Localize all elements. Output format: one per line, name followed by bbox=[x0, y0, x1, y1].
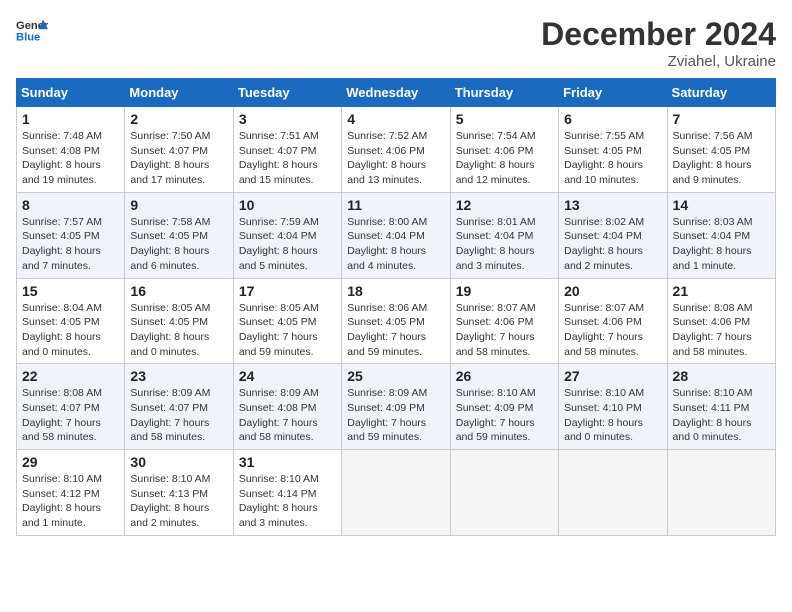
col-wednesday: Wednesday bbox=[342, 79, 450, 107]
svg-text:Blue: Blue bbox=[16, 31, 40, 43]
logo-icon: General Blue bbox=[16, 16, 48, 44]
calendar-cell-day-14: 14Sunrise: 8:03 AMSunset: 4:04 PMDayligh… bbox=[667, 192, 775, 278]
calendar-cell-day-24: 24Sunrise: 8:09 AMSunset: 4:08 PMDayligh… bbox=[233, 364, 341, 450]
calendar-cell-day-4: 4Sunrise: 7:52 AMSunset: 4:06 PMDaylight… bbox=[342, 107, 450, 193]
calendar-cell-empty bbox=[559, 450, 667, 536]
calendar-cell-day-2: 2Sunrise: 7:50 AMSunset: 4:07 PMDaylight… bbox=[125, 107, 233, 193]
col-tuesday: Tuesday bbox=[233, 79, 341, 107]
calendar-cell-day-25: 25Sunrise: 8:09 AMSunset: 4:09 PMDayligh… bbox=[342, 364, 450, 450]
calendar-week-row: 15Sunrise: 8:04 AMSunset: 4:05 PMDayligh… bbox=[17, 278, 776, 364]
calendar-cell-day-6: 6Sunrise: 7:55 AMSunset: 4:05 PMDaylight… bbox=[559, 107, 667, 193]
calendar-cell-day-30: 30Sunrise: 8:10 AMSunset: 4:13 PMDayligh… bbox=[125, 450, 233, 536]
calendar-header-row: Sunday Monday Tuesday Wednesday Thursday… bbox=[17, 79, 776, 107]
calendar-week-row: 1Sunrise: 7:48 AMSunset: 4:08 PMDaylight… bbox=[17, 107, 776, 193]
calendar-cell-day-21: 21Sunrise: 8:08 AMSunset: 4:06 PMDayligh… bbox=[667, 278, 775, 364]
location-subtitle: Zviahel, Ukraine bbox=[541, 53, 776, 70]
calendar-cell-day-8: 8Sunrise: 7:57 AMSunset: 4:05 PMDaylight… bbox=[17, 192, 125, 278]
calendar-cell-day-28: 28Sunrise: 8:10 AMSunset: 4:11 PMDayligh… bbox=[667, 364, 775, 450]
calendar-cell-day-13: 13Sunrise: 8:02 AMSunset: 4:04 PMDayligh… bbox=[559, 192, 667, 278]
calendar-week-row: 22Sunrise: 8:08 AMSunset: 4:07 PMDayligh… bbox=[17, 364, 776, 450]
calendar-cell-day-1: 1Sunrise: 7:48 AMSunset: 4:08 PMDaylight… bbox=[17, 107, 125, 193]
calendar-cell-empty bbox=[342, 450, 450, 536]
calendar-cell-day-31: 31Sunrise: 8:10 AMSunset: 4:14 PMDayligh… bbox=[233, 450, 341, 536]
calendar-cell-day-27: 27Sunrise: 8:10 AMSunset: 4:10 PMDayligh… bbox=[559, 364, 667, 450]
logo: General Blue bbox=[16, 16, 48, 44]
calendar-week-row: 8Sunrise: 7:57 AMSunset: 4:05 PMDaylight… bbox=[17, 192, 776, 278]
calendar-cell-day-19: 19Sunrise: 8:07 AMSunset: 4:06 PMDayligh… bbox=[450, 278, 558, 364]
col-sunday: Sunday bbox=[17, 79, 125, 107]
calendar-cell-day-26: 26Sunrise: 8:10 AMSunset: 4:09 PMDayligh… bbox=[450, 364, 558, 450]
calendar-cell-day-15: 15Sunrise: 8:04 AMSunset: 4:05 PMDayligh… bbox=[17, 278, 125, 364]
title-block: December 2024 Zviahel, Ukraine bbox=[541, 16, 776, 70]
calendar-cell-day-5: 5Sunrise: 7:54 AMSunset: 4:06 PMDaylight… bbox=[450, 107, 558, 193]
calendar-cell-day-3: 3Sunrise: 7:51 AMSunset: 4:07 PMDaylight… bbox=[233, 107, 341, 193]
calendar-cell-day-7: 7Sunrise: 7:56 AMSunset: 4:05 PMDaylight… bbox=[667, 107, 775, 193]
month-title: December 2024 bbox=[541, 16, 776, 53]
calendar-cell-day-17: 17Sunrise: 8:05 AMSunset: 4:05 PMDayligh… bbox=[233, 278, 341, 364]
calendar-cell-day-20: 20Sunrise: 8:07 AMSunset: 4:06 PMDayligh… bbox=[559, 278, 667, 364]
calendar-cell-day-29: 29Sunrise: 8:10 AMSunset: 4:12 PMDayligh… bbox=[17, 450, 125, 536]
calendar-week-row: 29Sunrise: 8:10 AMSunset: 4:12 PMDayligh… bbox=[17, 450, 776, 536]
calendar-cell-day-16: 16Sunrise: 8:05 AMSunset: 4:05 PMDayligh… bbox=[125, 278, 233, 364]
calendar-cell-day-18: 18Sunrise: 8:06 AMSunset: 4:05 PMDayligh… bbox=[342, 278, 450, 364]
col-thursday: Thursday bbox=[450, 79, 558, 107]
calendar-cell-day-9: 9Sunrise: 7:58 AMSunset: 4:05 PMDaylight… bbox=[125, 192, 233, 278]
calendar-cell-day-11: 11Sunrise: 8:00 AMSunset: 4:04 PMDayligh… bbox=[342, 192, 450, 278]
col-saturday: Saturday bbox=[667, 79, 775, 107]
calendar-cell-day-23: 23Sunrise: 8:09 AMSunset: 4:07 PMDayligh… bbox=[125, 364, 233, 450]
calendar-cell-empty bbox=[450, 450, 558, 536]
calendar-cell-day-12: 12Sunrise: 8:01 AMSunset: 4:04 PMDayligh… bbox=[450, 192, 558, 278]
col-friday: Friday bbox=[559, 79, 667, 107]
page-header: General Blue December 2024 Zviahel, Ukra… bbox=[16, 16, 776, 70]
calendar-table: Sunday Monday Tuesday Wednesday Thursday… bbox=[16, 78, 776, 536]
calendar-cell-day-22: 22Sunrise: 8:08 AMSunset: 4:07 PMDayligh… bbox=[17, 364, 125, 450]
col-monday: Monday bbox=[125, 79, 233, 107]
calendar-cell-empty bbox=[667, 450, 775, 536]
calendar-cell-day-10: 10Sunrise: 7:59 AMSunset: 4:04 PMDayligh… bbox=[233, 192, 341, 278]
